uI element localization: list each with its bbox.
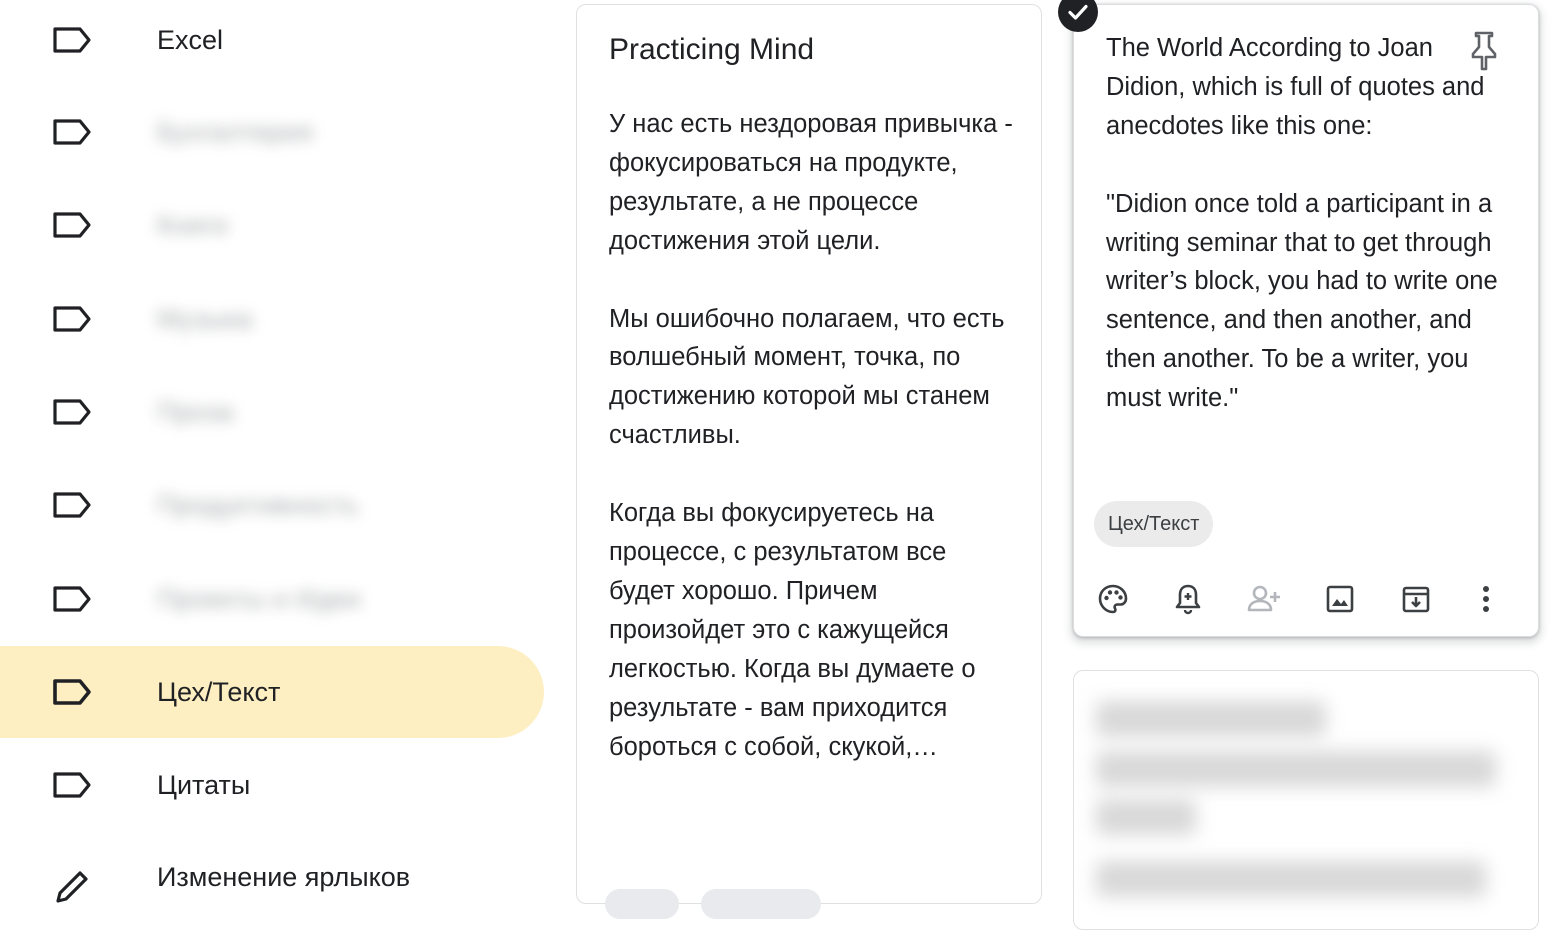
pencil-icon [56,871,88,903]
label-icon [53,679,91,705]
label-chip[interactable]: Цех/Текст [1094,501,1214,547]
sidebar-item-blurred-3[interactable]: Музыка [0,273,544,365]
edit-labels-label: Изменение ярлыков [157,862,411,892]
label-chip[interactable] [605,889,679,919]
blurred-text [1096,751,1496,787]
sidebar-item-label: Проза [157,396,234,427]
sidebar-item-label: Музыка [157,303,253,334]
sidebar-item-label: Excel [157,24,224,55]
sidebar-item-label: Проекты и Идеи [157,583,361,614]
blurred-text [1096,799,1196,835]
blurred-text [1096,701,1326,737]
reminder-icon[interactable] [1168,579,1208,619]
collaborator-icon[interactable] [1244,579,1284,619]
label-chip[interactable] [701,889,821,919]
note-card-selected[interactable]: The World According to Joan Didion, whic… [1073,4,1539,637]
archive-icon[interactable] [1396,579,1436,619]
more-icon[interactable] [1466,579,1506,619]
label-icon [53,306,91,332]
label-icon [53,27,91,53]
image-icon[interactable] [1320,579,1360,619]
blurred-text [1096,861,1486,897]
label-icon [53,399,91,425]
sidebar-item-blurred-4[interactable]: Проза [0,366,544,458]
sidebar-item-label: Продуктивность [157,489,359,520]
label-icon [53,586,91,612]
label-icon [53,119,91,145]
pin-icon[interactable] [1466,29,1502,71]
sidebar-item-label: Книги [157,209,228,240]
sidebar: Excel Бухгалтерия Книги Музыка Проза Про… [0,0,560,903]
note-card[interactable]: Practicing Mind У нас есть нездоровая пр… [576,4,1042,919]
sidebar-item-excel[interactable]: Excel [0,0,544,86]
note-body: У нас есть нездоровая привычка - фокусир… [609,110,1013,761]
note-body: The World According to Joan Didion, whic… [1106,34,1498,413]
sidebar-item-label: Цитаты [157,769,251,800]
sidebar-item-blurred-1[interactable]: Бухгалтерия [0,86,544,178]
sidebar-item-blurred-6[interactable]: Проекты и Идеи [0,553,544,645]
sidebar-item-tsitaty[interactable]: Цитаты [0,739,544,831]
label-icon [53,772,91,798]
note-toolbar [1074,575,1540,623]
note-card-blurred[interactable] [1073,670,1539,930]
sidebar-item-tsekh-tekst[interactable]: Цех/Текст [0,646,544,738]
palette-icon[interactable] [1093,579,1133,619]
sidebar-item-blurred-2[interactable]: Книги [0,179,544,271]
sidebar-item-label: Цех/Текст [157,676,281,707]
edit-labels-button[interactable]: Изменение ярлыков [0,832,544,924]
label-icon [53,212,91,238]
note-title: Practicing Mind [609,33,815,66]
sidebar-item-label: Бухгалтерия [157,116,313,147]
label-icon [53,492,91,518]
sidebar-item-blurred-5[interactable]: Продуктивность [0,459,544,551]
